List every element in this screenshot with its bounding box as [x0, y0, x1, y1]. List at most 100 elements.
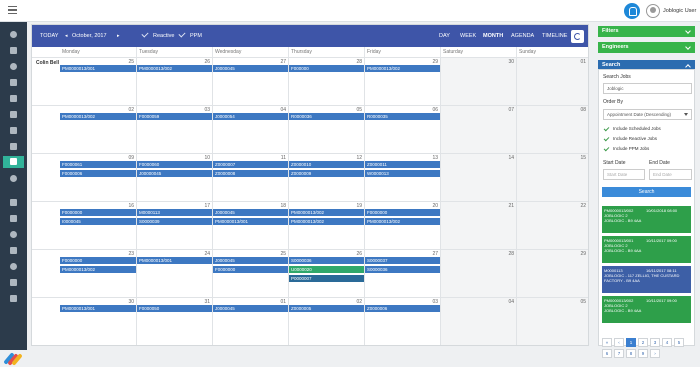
calendar-event[interactable]: J0000054 — [213, 113, 288, 121]
search-button[interactable]: Search — [602, 187, 691, 197]
end-date-input[interactable]: End Date — [649, 169, 692, 180]
calendar-event[interactable]: S0000039 — [137, 218, 212, 226]
calendar-event[interactable]: F0000000 — [60, 209, 136, 217]
page-button[interactable]: 5 — [674, 338, 684, 347]
page-button[interactable]: 3 — [650, 338, 660, 347]
day-number[interactable]: 22 — [580, 203, 586, 209]
calendar-event[interactable]: F0000000 — [213, 266, 288, 274]
order-by-select[interactable]: Appointment Date (Descending) — [603, 109, 692, 120]
calendar-day-cell[interactable]: 01 — [516, 57, 588, 105]
calendar-event[interactable]: F000000 — [289, 65, 364, 73]
page-button[interactable]: 2 — [638, 338, 648, 347]
calendar-event[interactable]: PM0000013/001 — [213, 218, 288, 226]
check-icon[interactable] — [603, 145, 610, 152]
avatar[interactable] — [646, 4, 660, 18]
calendar-event[interactable]: Z0000006 — [365, 305, 440, 313]
day-number[interactable]: 08 — [580, 107, 586, 113]
calendar-day-cell[interactable]: 08 — [516, 105, 588, 153]
message-icon[interactable] — [8, 294, 19, 303]
building-icon[interactable] — [8, 78, 19, 87]
calendar-event[interactable]: J0000045 — [213, 209, 288, 217]
today-button[interactable]: TODAY — [40, 33, 58, 39]
calendar-event[interactable]: J00000045 — [137, 170, 212, 178]
calendar-event[interactable]: J0000045 — [213, 65, 288, 73]
calendar-event[interactable]: R0000036 — [289, 113, 364, 121]
start-date-input[interactable]: Start Date — [603, 169, 645, 180]
check-icon[interactable] — [603, 125, 610, 132]
day-number[interactable]: 05 — [580, 299, 586, 305]
view-agenda[interactable]: AGENDA — [511, 33, 534, 39]
calendar-day-cell[interactable]: 04 — [440, 297, 516, 345]
calendar-event[interactable]: S0000036 — [289, 257, 364, 265]
list-icon[interactable] — [8, 142, 19, 151]
calendar-day-cell[interactable]: 29 — [516, 249, 588, 297]
prev-month-icon[interactable]: ◂ — [65, 33, 68, 39]
refresh-button[interactable] — [571, 30, 584, 43]
calendar-event[interactable]: PM0000013/001 — [60, 65, 136, 73]
view-week[interactable]: WEEK — [460, 33, 476, 39]
page-button[interactable]: 4 — [662, 338, 672, 347]
calendar-event[interactable]: W0000013 — [365, 170, 440, 178]
calendar-event[interactable]: PM0000013/002 — [289, 209, 364, 217]
dashboard-icon[interactable] — [8, 46, 19, 55]
calendar-event[interactable]: F0000061 — [60, 161, 136, 169]
page-button[interactable]: › — [650, 349, 660, 358]
cart-icon[interactable] — [8, 278, 19, 287]
person-icon[interactable] — [8, 262, 19, 271]
calendar-event[interactable]: Z0000007 — [213, 161, 288, 169]
chart-icon[interactable] — [8, 214, 19, 223]
calendar-day-cell[interactable]: 15 — [516, 153, 588, 201]
calendar-event[interactable]: S0000037 — [365, 257, 440, 265]
search-result-card[interactable]: PM0000013/002 10/11/2017 09:00 JOBLOGIC 2J… — [602, 296, 691, 323]
search-result-card[interactable]: M0000113 16/11/2017 08:11 JOBLOGIC - 117 Z… — [602, 266, 691, 293]
engineers-accordion[interactable]: Engineers — [598, 42, 695, 53]
calendar-event[interactable]: S0000036 — [365, 266, 440, 274]
user-label[interactable]: Joblogic User — [663, 8, 696, 14]
calendar-event[interactable]: J0000045 — [213, 305, 288, 313]
page-button[interactable]: 8 — [626, 349, 636, 358]
calendar-event[interactable]: PM0000013/001 — [60, 305, 136, 313]
day-number[interactable]: 01 — [580, 59, 586, 65]
headset-icon[interactable] — [8, 230, 19, 239]
day-number[interactable]: 15 — [580, 155, 586, 161]
calendar-event[interactable]: I0000045 — [60, 218, 136, 226]
day-number[interactable]: 04 — [508, 299, 514, 305]
calendar-event[interactable]: F0000060 — [137, 161, 212, 169]
include-reactive-label[interactable]: Include Reactive Jobs — [613, 136, 657, 141]
calendar-event[interactable]: F0000000 — [365, 209, 440, 217]
view-day[interactable]: DAY — [439, 33, 450, 39]
day-number[interactable]: 07 — [508, 107, 514, 113]
book-icon[interactable] — [8, 126, 19, 135]
calendar-event[interactable]: Z0000011 — [365, 161, 440, 169]
search-result-card[interactable]: PM0000013/002 10/01/2018 08:00 JOBLOGIC 2J… — [602, 206, 691, 233]
document-icon[interactable] — [8, 198, 19, 207]
map-marker-icon[interactable] — [8, 174, 19, 183]
next-month-icon[interactable]: ▸ — [117, 33, 120, 39]
calendar-event[interactable]: PM0000013/002 — [60, 266, 136, 274]
ppm-toggle[interactable]: PPM — [190, 33, 202, 39]
view-month[interactable]: MONTH — [483, 33, 503, 39]
calendar-event[interactable]: J0000045 — [213, 257, 288, 265]
calendar-event[interactable]: P0000007 — [289, 275, 364, 283]
calendar-day-cell[interactable]: 07 — [440, 105, 516, 153]
day-number[interactable]: 28 — [508, 251, 514, 257]
page-button[interactable]: 6 — [602, 349, 612, 358]
ppm-check-icon[interactable] — [178, 30, 186, 38]
filters-accordion[interactable]: Filters — [598, 26, 695, 37]
calendar-event[interactable]: Z0000010 — [289, 161, 364, 169]
day-number[interactable]: 30 — [508, 59, 514, 65]
calendar-day-cell[interactable]: 14 — [440, 153, 516, 201]
check-icon[interactable] — [603, 135, 610, 142]
eye-icon[interactable] — [8, 30, 19, 39]
calendar-event[interactable]: PM0000013/002 — [60, 113, 136, 121]
folder-icon[interactable] — [8, 246, 19, 255]
page-button[interactable]: 1 — [626, 338, 636, 347]
page-button[interactable]: 7 — [614, 349, 624, 358]
calendar-event[interactable]: F0000006 — [60, 170, 136, 178]
calendar-event[interactable]: R0000035 — [365, 113, 440, 121]
calendar-day-cell[interactable]: 30 — [440, 57, 516, 105]
calendar-event[interactable]: Z0000009 — [289, 170, 364, 178]
calendar-event[interactable]: Z0000005 — [289, 305, 364, 313]
calendar-day-cell[interactable]: 22 — [516, 201, 588, 249]
menu-icon[interactable] — [8, 6, 17, 14]
